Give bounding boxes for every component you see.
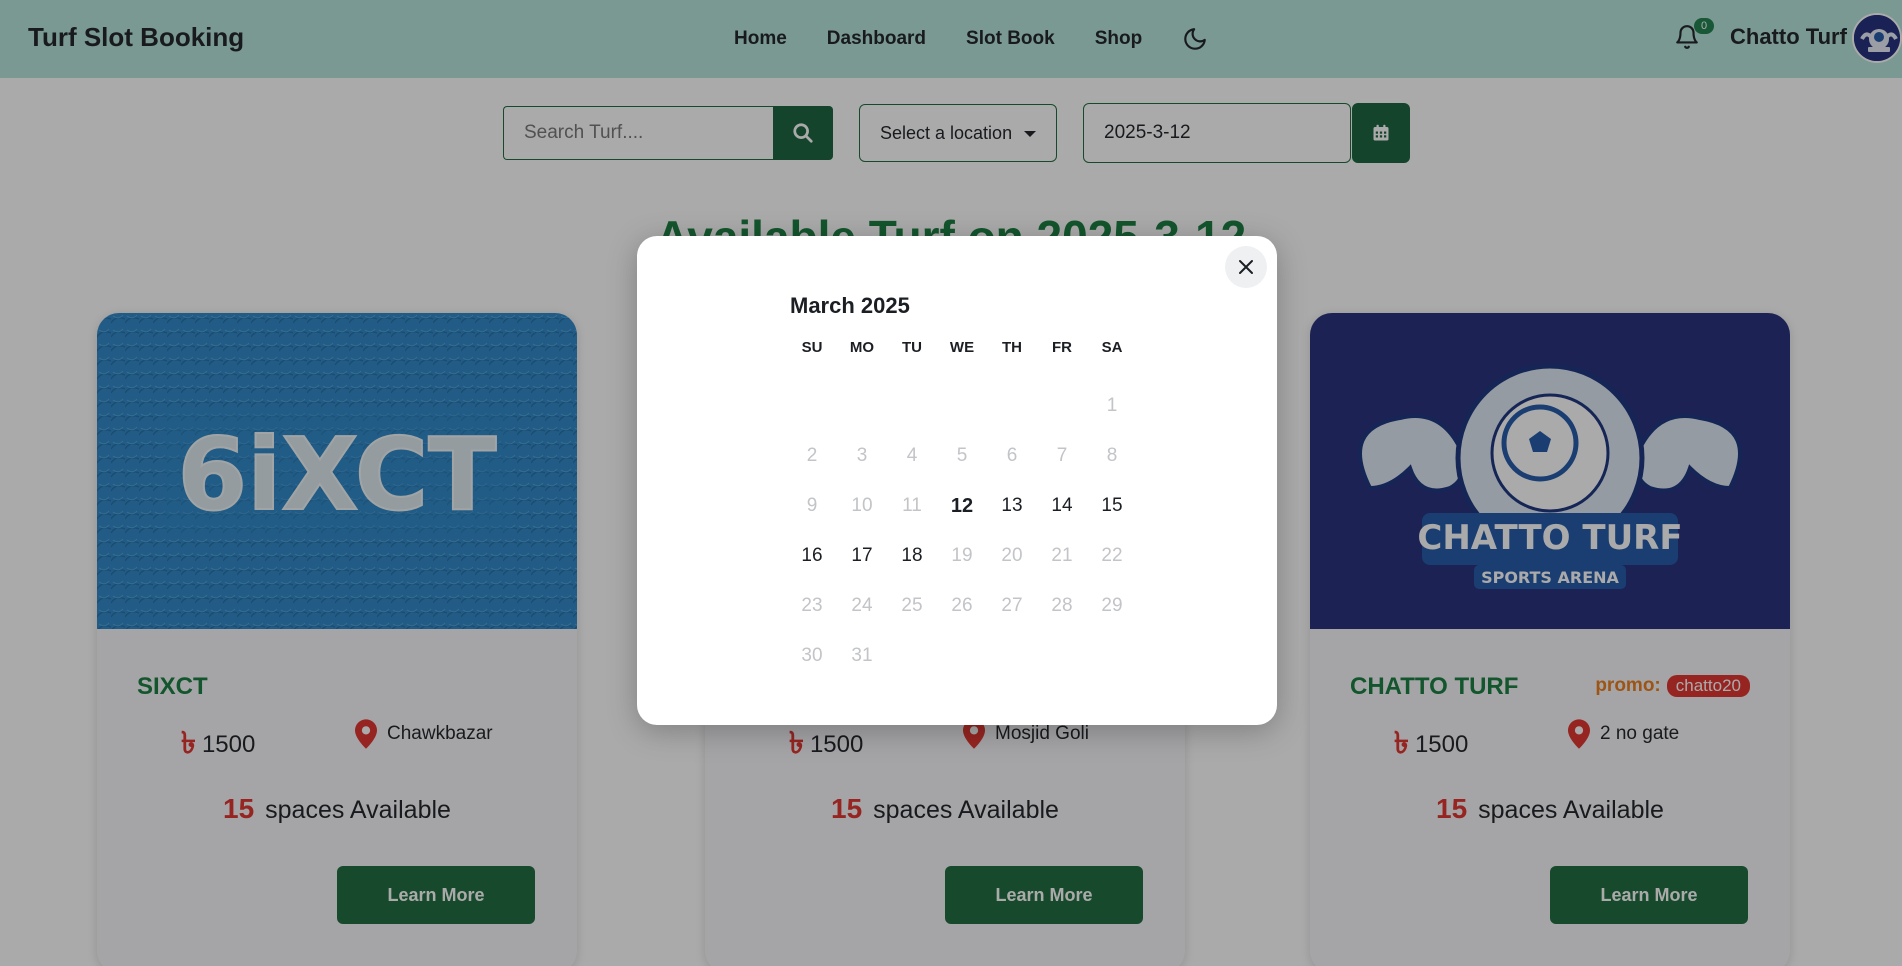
calendar-day-disabled: 30	[801, 645, 823, 666]
calendar-day-disabled: 24	[851, 595, 873, 616]
calendar-week: 2 3 4 5 6 7 8	[787, 431, 1137, 481]
calendar-day-disabled: 1	[1106, 395, 1118, 416]
weekday-label: SA	[1101, 339, 1123, 356]
calendar-week: 30 31	[787, 631, 1137, 681]
calendar-day-disabled: 9	[806, 495, 818, 516]
weekday-label: TU	[902, 339, 922, 356]
calendar-day[interactable]: 13	[987, 495, 1037, 517]
date-picker-modal: March 2025 SU MO TU WE TH FR SA 1 2 3 4 5 6 7 8 9 10 11 1…	[637, 236, 1277, 725]
calendar-day-disabled: 2	[806, 445, 818, 466]
calendar-day-disabled: 6	[1006, 445, 1018, 466]
calendar-week: 16 17 18 19 20 21 22	[787, 531, 1137, 581]
calendar-day-disabled: 3	[856, 445, 868, 466]
weekday-label: FR	[1052, 339, 1072, 356]
close-button[interactable]	[1225, 246, 1267, 288]
weekday-label: MO	[849, 339, 875, 356]
calendar-weekdays: SU MO TU WE TH FR SA	[787, 339, 1137, 367]
close-icon	[1239, 260, 1253, 274]
calendar-day-disabled: 8	[1106, 445, 1118, 466]
calendar-day-disabled: 27	[1001, 595, 1023, 616]
calendar-day-disabled: 5	[956, 445, 968, 466]
calendar-week: 9 10 11 12 13 14 15	[787, 481, 1137, 531]
calendar-day-disabled: 21	[1051, 545, 1073, 566]
calendar-day[interactable]: 15	[1087, 495, 1137, 517]
calendar-day-disabled: 19	[951, 545, 973, 566]
calendar-day[interactable]: 14	[1037, 495, 1087, 517]
calendar-day[interactable]: 17	[837, 545, 887, 567]
calendar-day-disabled: 10	[851, 495, 873, 516]
calendar-day-disabled: 20	[1001, 545, 1023, 566]
calendar-day-disabled: 28	[1051, 595, 1073, 616]
calendar-day-selected[interactable]: 12	[937, 495, 987, 518]
calendar-week: 1	[787, 381, 1137, 431]
calendar-day-disabled: 11	[902, 495, 922, 516]
calendar-day-disabled: 4	[906, 445, 918, 466]
calendar-day[interactable]: 18	[887, 545, 937, 567]
weekday-label: SU	[801, 339, 823, 356]
calendar-day-disabled: 7	[1056, 445, 1068, 466]
calendar-day-disabled: 23	[801, 595, 823, 616]
calendar-day-disabled: 26	[951, 595, 973, 616]
weekday-label: WE	[949, 339, 975, 356]
calendar-day[interactable]: 16	[787, 545, 837, 567]
calendar-week: 23 24 25 26 27 28 29	[787, 581, 1137, 631]
calendar-day-disabled: 29	[1101, 595, 1123, 616]
calendar-month-label: March 2025	[790, 293, 910, 318]
calendar-day-disabled: 31	[851, 645, 873, 666]
calendar-day-disabled: 22	[1101, 545, 1123, 566]
calendar-grid: SU MO TU WE TH FR SA 1 2 3 4 5 6 7 8 9 10 11 12 13 14 15 16 17…	[787, 339, 1137, 681]
weekday-label: TH	[1002, 339, 1022, 356]
calendar-day-disabled: 25	[901, 595, 923, 616]
